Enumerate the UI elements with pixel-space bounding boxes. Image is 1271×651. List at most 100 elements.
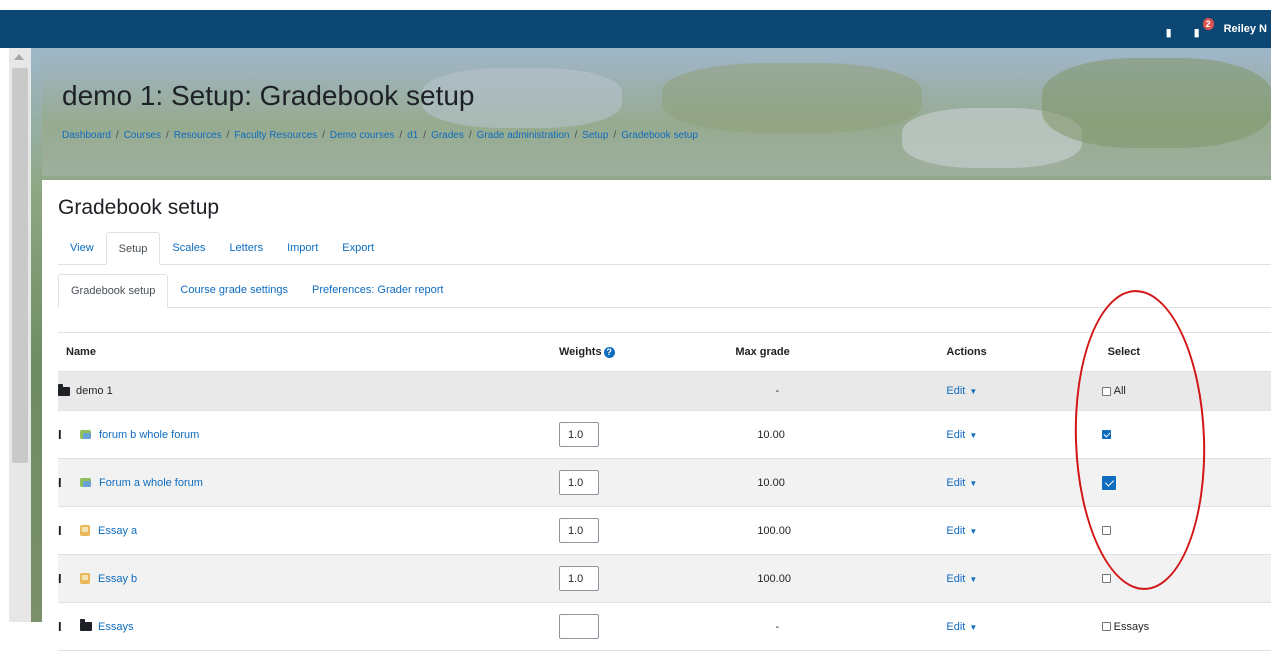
weight-input[interactable] <box>559 422 599 447</box>
move-icon[interactable]: I <box>58 619 70 634</box>
category-name-cell: I Essays <box>58 602 545 651</box>
caret-down-icon: ▼ <box>969 526 978 536</box>
weight-cell <box>545 410 696 459</box>
grade-item-link[interactable]: Essay a <box>98 525 137 537</box>
breadcrumb-demo-courses[interactable]: Demo courses <box>330 130 394 141</box>
edit-menu-button[interactable]: Edit ▼ <box>946 385 977 397</box>
move-icon[interactable]: I <box>58 475 70 490</box>
help-icon[interactable]: ? <box>603 346 615 358</box>
section-heading: Gradebook setup <box>58 196 220 219</box>
max-grade-cell: 10.00 <box>695 410 915 459</box>
breadcrumb-grades[interactable]: Grades <box>431 130 464 141</box>
tab-scales[interactable]: Scales <box>160 232 217 264</box>
max-grade-cell: 100.00 <box>695 506 915 555</box>
item-name-cell: I forum b whole forum <box>58 410 545 459</box>
actions-cell: Edit ▼ <box>914 458 1074 507</box>
setup-subtabs: Gradebook setup Course grade settings Pr… <box>58 274 1271 308</box>
user-menu-name[interactable]: Reiley N <box>1224 23 1267 35</box>
breadcrumb-setup[interactable]: Setup <box>582 130 608 141</box>
subtab-gradebook-setup[interactable]: Gradebook setup <box>58 274 169 308</box>
tab-import[interactable]: Import <box>275 232 330 264</box>
folder-icon <box>58 383 70 396</box>
tab-letters[interactable]: Letters <box>217 232 275 264</box>
breadcrumb-gradebook-setup[interactable]: Gradebook setup <box>621 130 698 141</box>
subtab-course-grade-settings[interactable]: Course grade settings <box>168 274 300 307</box>
category-link[interactable]: Essays <box>98 621 133 633</box>
breadcrumb-d1[interactable]: d1 <box>407 130 418 141</box>
caret-down-icon: ▼ <box>969 478 978 488</box>
tab-view[interactable]: View <box>58 232 106 264</box>
folder-icon <box>80 619 92 631</box>
weight-input[interactable] <box>559 614 599 639</box>
page-scrollbar[interactable] <box>9 48 32 622</box>
column-header-name: Name <box>58 332 545 372</box>
max-grade-cell: - <box>695 602 915 651</box>
edit-menu-button[interactable]: Edit ▼ <box>946 477 977 489</box>
page-title: demo 1: Setup: Gradebook setup <box>62 80 475 111</box>
top-navbar: ▮ ▮ 2 Reiley N <box>0 10 1271 48</box>
edit-menu-button[interactable]: Edit ▼ <box>946 429 977 441</box>
edit-menu-button[interactable]: Edit ▼ <box>946 573 977 585</box>
weight-cell <box>545 371 696 411</box>
select-item-checkbox[interactable] <box>1101 574 1111 584</box>
table-row: I Essays - Edit ▼ Essays <box>58 602 1271 651</box>
scroll-up-arrow-icon[interactable] <box>14 54 24 60</box>
caret-down-icon: ▼ <box>969 387 978 396</box>
caret-down-icon: ▼ <box>969 574 978 584</box>
weight-cell <box>545 506 696 555</box>
weight-input[interactable] <box>559 566 599 591</box>
scrollbar-thumb[interactable] <box>12 68 28 463</box>
item-name-cell: I Essay a <box>58 506 545 555</box>
tab-setup[interactable]: Setup <box>105 232 161 265</box>
forum-icon <box>80 478 91 487</box>
grade-item-link[interactable]: Forum a whole forum <box>99 477 203 489</box>
bell-icon[interactable]: ▮ <box>1166 23 1178 39</box>
item-name-cell: I Essay b <box>58 554 545 603</box>
column-header-max-grade: Max grade <box>695 332 915 372</box>
quiz-icon <box>80 573 90 584</box>
actions-cell: Edit ▼ <box>914 554 1074 603</box>
grade-tabs: View Setup Scales Letters Import Export <box>58 232 1271 265</box>
message-count-badge: 2 <box>1202 18 1214 30</box>
breadcrumb-faculty-resources[interactable]: Faculty Resources <box>234 130 317 141</box>
edit-menu-button[interactable]: Edit ▼ <box>946 525 977 537</box>
edit-menu-button[interactable]: Edit ▼ <box>946 621 977 633</box>
move-icon[interactable]: I <box>58 571 70 586</box>
breadcrumb-courses[interactable]: Courses <box>124 130 161 141</box>
select-category-label: Essays <box>1113 620 1150 633</box>
weight-cell <box>545 554 696 603</box>
subtab-preferences-grader-report[interactable]: Preferences: Grader report <box>300 274 455 307</box>
caret-down-icon: ▼ <box>969 430 978 440</box>
table-row: I Essay b 100.00 Edit▼ <box>58 554 1271 603</box>
category-name: demo 1 <box>76 385 113 397</box>
chat-icon[interactable]: ▮ 2 <box>1194 18 1214 39</box>
select-category-checkbox[interactable] <box>1101 622 1111 632</box>
breadcrumb-resources[interactable]: Resources <box>174 130 222 141</box>
caret-down-icon: ▼ <box>969 622 978 632</box>
move-icon[interactable]: I <box>58 523 70 538</box>
column-header-weights: Weights? <box>545 332 696 372</box>
category-name-cell: demo 1 <box>58 371 545 411</box>
forum-icon <box>80 430 91 439</box>
max-grade-cell: - <box>695 371 915 411</box>
weight-input[interactable] <box>559 470 599 495</box>
breadcrumb-grade-administration[interactable]: Grade administration <box>477 130 570 141</box>
max-grade-cell: 10.00 <box>695 458 915 507</box>
breadcrumb-dashboard[interactable]: Dashboard <box>62 130 111 141</box>
item-name-cell: I Forum a whole forum <box>58 458 545 507</box>
column-header-actions: Actions <box>914 332 1074 372</box>
tab-export[interactable]: Export <box>330 232 386 264</box>
actions-cell: Edit ▼ <box>914 410 1074 459</box>
actions-cell: Edit ▼ <box>914 506 1074 555</box>
grade-item-link[interactable]: forum b whole forum <box>99 429 199 441</box>
page-header: demo 1: Setup: Gradebook setup Dashboard… <box>42 58 1271 176</box>
breadcrumb: Dashboard / Courses / Resources / Facult… <box>62 130 698 141</box>
weight-input[interactable] <box>559 518 599 543</box>
move-icon[interactable]: I <box>58 427 70 442</box>
weights-header-label: Weights <box>559 346 602 358</box>
grade-item-link[interactable]: Essay b <box>98 573 137 585</box>
weight-cell <box>545 458 696 507</box>
actions-cell: Edit ▼ <box>914 602 1074 651</box>
weight-cell <box>545 602 696 651</box>
quiz-icon <box>80 525 90 536</box>
